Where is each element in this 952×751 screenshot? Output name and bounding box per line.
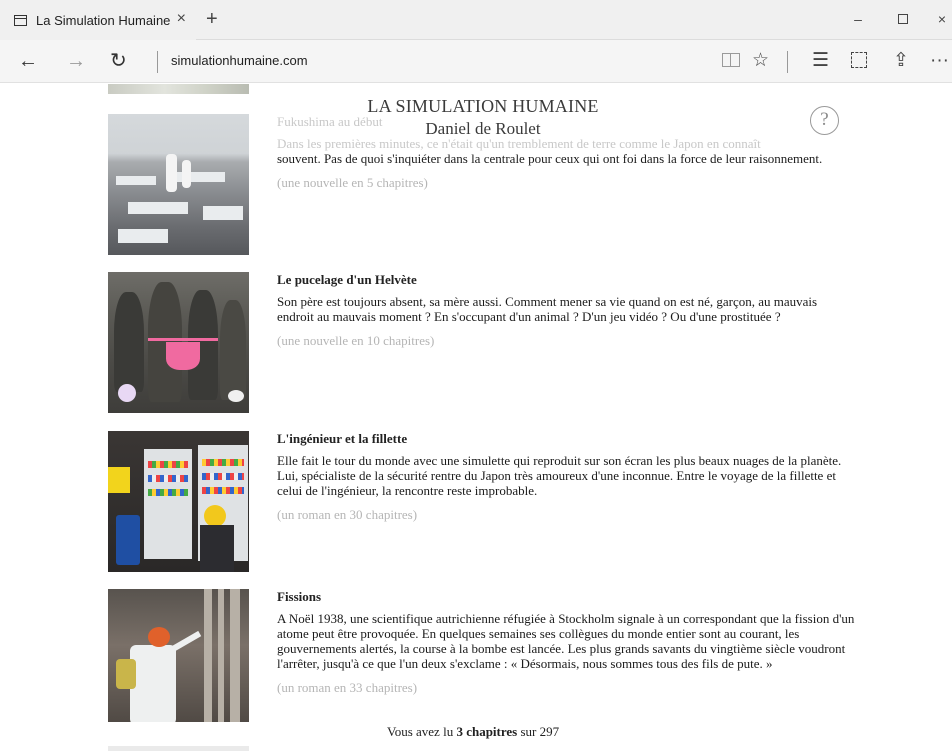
story-thumbnail[interactable] bbox=[108, 84, 249, 94]
new-tab-icon[interactable]: + bbox=[206, 8, 218, 30]
story-summary: souvent. Pas de quoi s'inquiéter dans la… bbox=[277, 151, 823, 166]
site-title: LA SIMULATION HUMAINE bbox=[367, 96, 599, 116]
story-summary: A Noël 1938, une scientifique autrichien… bbox=[277, 611, 855, 671]
story-text: Le pucelage d'un Helvète Son père est to… bbox=[277, 272, 857, 348]
story-summary: Son père est toujours absent, sa mère au… bbox=[277, 294, 818, 324]
forward-icon[interactable]: → bbox=[66, 50, 86, 72]
minimize-icon[interactable]: – bbox=[848, 10, 868, 28]
favorite-star-icon[interactable]: ☆ bbox=[752, 49, 769, 73]
hub-icon[interactable]: ☰ bbox=[812, 49, 829, 73]
story-chapter-count: (un roman en 30 chapitres) bbox=[277, 507, 418, 522]
story-title[interactable]: L'ingénieur et la fillette bbox=[277, 431, 857, 446]
counter-count: 3 chapitres bbox=[456, 724, 518, 739]
maximize-icon[interactable] bbox=[893, 10, 913, 28]
back-icon[interactable]: ← bbox=[18, 50, 38, 72]
more-icon[interactable]: ··· bbox=[930, 49, 949, 73]
story-chapter-count: (une nouvelle en 5 chapitres) bbox=[277, 175, 428, 190]
browser-titlebar: La Simulation Humaine × + – × bbox=[0, 0, 952, 40]
browser-tab[interactable]: La Simulation Humaine × bbox=[0, 0, 196, 40]
nav-separator bbox=[157, 51, 158, 73]
address-bar[interactable]: simulationhumaine.com bbox=[171, 53, 308, 68]
story-thumbnail[interactable] bbox=[108, 589, 249, 730]
tab-page-icon bbox=[14, 14, 27, 26]
browser-navbar: ← → ↻ simulationhumaine.com ☆ ☰ ⇪ ··· bbox=[0, 40, 952, 83]
tab-title: La Simulation Humaine bbox=[36, 12, 171, 28]
refresh-icon[interactable]: ↻ bbox=[110, 50, 127, 72]
story-thumbnail[interactable] bbox=[108, 431, 249, 572]
tab-close-icon[interactable]: × bbox=[177, 11, 186, 27]
share-icon[interactable]: ⇪ bbox=[893, 49, 909, 73]
story-summary: Elle fait le tour du monde avec une simu… bbox=[277, 453, 842, 498]
story-thumbnail[interactable] bbox=[108, 272, 249, 413]
story-text: Fissions A Noël 1938, une scientifique a… bbox=[277, 589, 857, 695]
window-close-icon[interactable]: × bbox=[932, 10, 952, 28]
toolbar-separator bbox=[787, 51, 788, 73]
web-note-icon[interactable] bbox=[851, 49, 867, 75]
story-thumbnail[interactable] bbox=[108, 746, 249, 751]
page-content: Fukushima au début Dans les premières mi… bbox=[0, 84, 952, 751]
counter-prefix: Vous avez lu bbox=[387, 724, 454, 739]
reading-view-icon[interactable] bbox=[722, 49, 740, 74]
counter-suffix: sur 297 bbox=[520, 724, 560, 739]
story-title[interactable]: Fissions bbox=[277, 589, 857, 604]
help-button[interactable]: ? bbox=[810, 106, 839, 135]
story-text: L'ingénieur et la fillette Elle fait le … bbox=[277, 431, 857, 522]
story-chapter-count: (une nouvelle en 10 chapitres) bbox=[277, 333, 435, 348]
story-chapter-count: (un roman en 33 chapitres) bbox=[277, 680, 418, 695]
story-title[interactable]: Le pucelage d'un Helvète bbox=[277, 272, 857, 287]
